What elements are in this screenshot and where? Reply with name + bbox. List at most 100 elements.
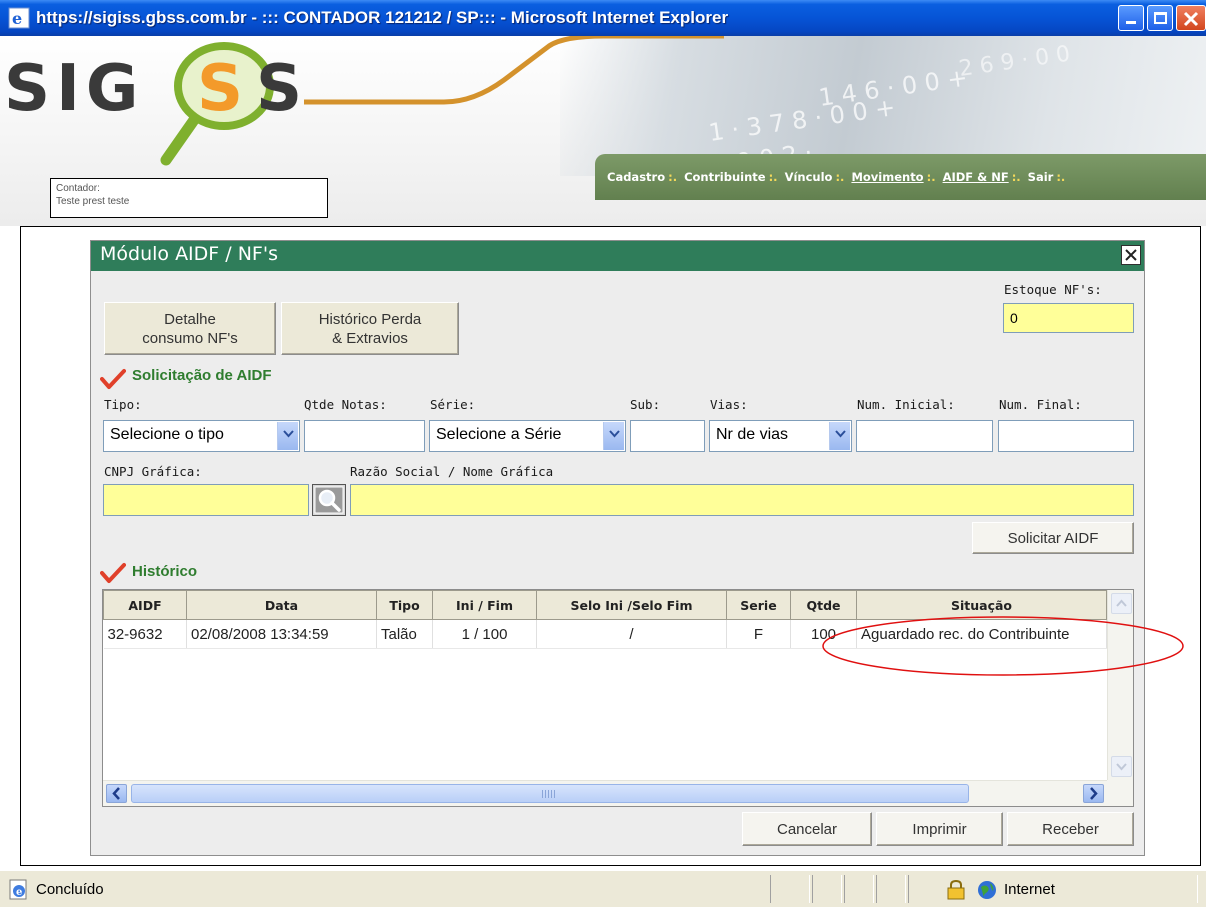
qtde-notas-input[interactable] <box>304 420 425 452</box>
main-navigation: Cadastro:. Contribuinte:. Vínculo:. Movi… <box>595 154 1206 200</box>
chevron-right-icon <box>1090 787 1098 800</box>
qtde-notas-label: Qtde Notas: <box>304 397 387 412</box>
nav-item-cadastro[interactable]: Cadastro <box>607 170 665 184</box>
receber-button[interactable]: Receber <box>1007 812 1134 846</box>
serie-select[interactable]: Selecione a Série <box>429 420 626 452</box>
status-pane <box>876 875 906 903</box>
svg-text:2 6 9 · 0 0: 2 6 9 · 0 0 <box>957 42 1071 82</box>
header-banner: 1 4 6 · 0 0 + 1 · 3 7 8 · 0 0 + 1 · 0 0 … <box>0 36 1206 226</box>
column-header-selo[interactable]: Selo Ini /Selo Fim <box>536 590 727 620</box>
status-zone-text: Internet <box>1004 881 1055 898</box>
chevron-left-icon <box>112 787 120 800</box>
nav-item-aidf-nf[interactable]: AIDF & NF <box>943 170 1009 184</box>
num-inicial-input[interactable] <box>856 420 993 452</box>
search-icon <box>314 486 344 514</box>
sub-label: Sub: <box>630 397 661 412</box>
cell-ini-fim: 1 / 100 <box>432 619 537 649</box>
minimize-icon <box>1126 21 1136 24</box>
checkmark-icon <box>100 562 126 588</box>
status-pane <box>770 875 810 903</box>
scroll-thumb[interactable] <box>131 784 969 803</box>
column-header-tipo[interactable]: Tipo <box>376 590 433 620</box>
num-inicial-label: Num. Inicial: <box>857 397 955 412</box>
tipo-label: Tipo: <box>104 397 142 412</box>
internet-explorer-icon: e <box>8 7 30 29</box>
modal-header: Módulo AIDF / NF's <box>91 241 1144 271</box>
cell-data: 02/08/2008 13:34:59 <box>186 619 377 649</box>
nav-item-contribuinte[interactable]: Contribuinte <box>684 170 765 184</box>
num-final-input[interactable] <box>998 420 1134 452</box>
estoque-field: 0 <box>1003 303 1134 333</box>
svg-text:SIG: SIG <box>4 52 144 126</box>
detalhe-consumo-button[interactable]: Detalhe consumo NF's <box>104 302 276 355</box>
serie-label: Série: <box>430 397 476 412</box>
window-titlebar: e https://sigiss.gbss.com.br - ::: CONTA… <box>0 0 1206 36</box>
globe-icon <box>976 879 998 905</box>
status-pane <box>812 875 842 903</box>
vias-select[interactable]: Nr de vias <box>709 420 852 452</box>
scroll-right-button[interactable] <box>1083 784 1104 803</box>
cell-selo: / <box>536 619 727 649</box>
sub-input[interactable] <box>630 420 705 452</box>
lock-icon[interactable] <box>946 879 966 905</box>
maximize-button[interactable] <box>1147 5 1173 31</box>
scrollbar-corner <box>1107 780 1133 806</box>
nav-item-sair[interactable]: Sair <box>1028 170 1054 184</box>
annotation-ellipse <box>822 616 1184 676</box>
contador-box: Contador: Teste prest teste <box>50 178 328 218</box>
cnpj-grafica-input[interactable] <box>103 484 309 516</box>
chevron-down-icon <box>277 422 298 450</box>
imprimir-button[interactable]: Imprimir <box>876 812 1003 846</box>
column-header-aidf[interactable]: AIDF <box>103 590 187 620</box>
column-header-serie[interactable]: Serie <box>726 590 791 620</box>
svg-text:S: S <box>256 52 302 126</box>
minimize-button[interactable] <box>1118 5 1144 31</box>
contador-value: Teste prest teste <box>56 196 130 207</box>
status-pane <box>844 875 874 903</box>
razao-social-label: Razão Social / Nome Gráfica <box>350 464 554 479</box>
chevron-down-icon <box>603 422 624 450</box>
svg-text:e: e <box>12 9 22 28</box>
historico-perda-button[interactable]: Histórico Perda & Extravios <box>281 302 459 355</box>
status-text: Concluído <box>36 881 104 898</box>
vias-label: Vias: <box>710 397 748 412</box>
tipo-select[interactable]: Selecione o tipo <box>103 420 300 452</box>
historico-heading: Histórico <box>132 563 198 580</box>
window-close-button[interactable] <box>1176 5 1206 31</box>
scroll-left-button[interactable] <box>106 784 127 803</box>
contador-label: Contador: <box>56 183 100 194</box>
window-title: https://sigiss.gbss.com.br - ::: CONTADO… <box>36 8 729 27</box>
cell-serie: F <box>726 619 791 649</box>
scroll-down-button[interactable] <box>1111 756 1132 777</box>
close-icon <box>1125 249 1137 261</box>
svg-text:e: e <box>16 887 22 898</box>
num-final-label: Num. Final: <box>999 397 1082 412</box>
chevron-up-icon <box>1116 599 1127 607</box>
checkmark-icon <box>100 368 126 394</box>
horizontal-scrollbar[interactable] <box>103 780 1107 806</box>
scroll-up-button[interactable] <box>1111 593 1132 614</box>
cnpj-grafica-label: CNPJ Gráfica: <box>104 464 202 479</box>
solicitar-aidf-button[interactable]: Solicitar AIDF <box>972 522 1134 554</box>
razao-social-input[interactable] <box>350 484 1134 516</box>
status-bar: e Concluído Internet <box>0 870 1206 907</box>
chevron-down-icon <box>1116 763 1127 771</box>
column-header-data[interactable]: Data <box>186 590 377 620</box>
close-icon <box>1183 11 1199 27</box>
cell-aidf: 32-9632 <box>103 619 187 649</box>
svg-text:S: S <box>197 52 243 126</box>
cell-tipo: Talão <box>376 619 433 649</box>
search-grafica-button[interactable] <box>312 484 346 516</box>
nav-item-movimento[interactable]: Movimento <box>851 170 923 184</box>
nav-item-vinculo[interactable]: Vínculo <box>785 170 833 184</box>
page-done-icon: e <box>8 879 30 905</box>
modal-close-button[interactable] <box>1121 245 1141 265</box>
grip-icon <box>542 790 556 798</box>
maximize-icon <box>1154 12 1167 24</box>
solicitacao-heading: Solicitação de AIDF <box>132 367 272 384</box>
chevron-down-icon <box>829 422 850 450</box>
modal-title: Módulo AIDF / NF's <box>100 243 278 265</box>
column-header-ini-fim[interactable]: Ini / Fim <box>432 590 537 620</box>
estoque-label: Estoque NF's: <box>1004 282 1102 297</box>
cancelar-button[interactable]: Cancelar <box>742 812 872 846</box>
